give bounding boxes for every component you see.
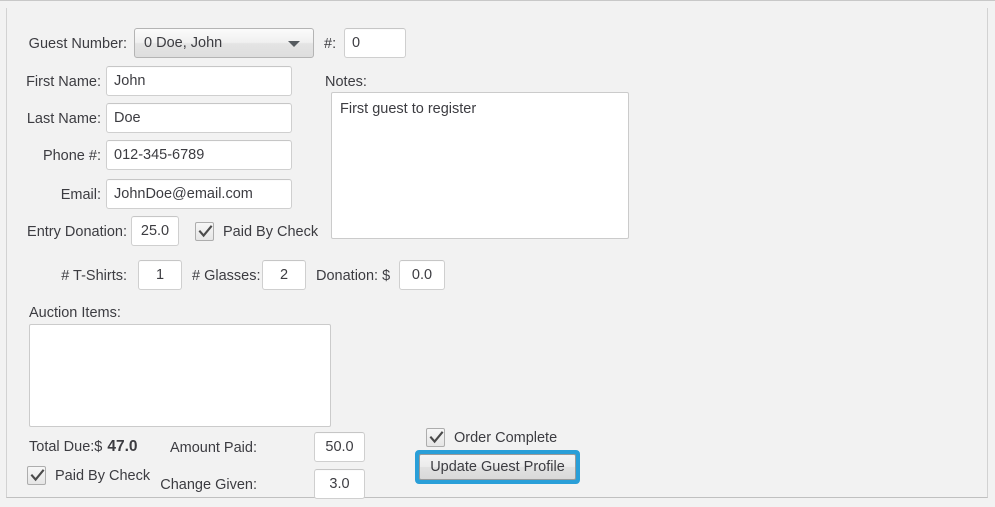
- entry-paid-by-check-checkbox[interactable]: Paid By Check: [195, 222, 318, 241]
- first-name-input[interactable]: John: [106, 66, 292, 96]
- checkbox-box: [27, 466, 46, 485]
- notes-label: Notes:: [325, 74, 367, 90]
- phone-label: Phone #:: [42, 148, 101, 164]
- glasses-input[interactable]: 2: [262, 260, 306, 290]
- total-due-amount: 47.0: [107, 438, 138, 455]
- entry-paid-by-check-label: Paid By Check: [223, 223, 319, 240]
- email-input[interactable]: JohnDoe@email.com: [106, 179, 292, 209]
- change-given-input[interactable]: 3.0: [314, 469, 365, 499]
- auction-items-label: Auction Items:: [29, 305, 121, 321]
- total-paid-by-check-checkbox[interactable]: Paid By Check: [27, 466, 150, 485]
- tshirts-input[interactable]: 1: [138, 260, 182, 290]
- guest-index-input[interactable]: 0: [344, 28, 406, 58]
- guest-number-selected-value: 0 Doe, John: [144, 35, 223, 51]
- auction-items-list[interactable]: [29, 324, 331, 427]
- total-paid-by-check-label: Paid By Check: [55, 467, 151, 484]
- entry-donation-label: Entry Donation:: [27, 224, 127, 240]
- last-name-label: Last Name:: [26, 111, 101, 127]
- order-complete-checkbox[interactable]: Order Complete: [426, 428, 557, 447]
- notes-value: First guest to register: [340, 101, 477, 117]
- change-given-label: Change Given:: [160, 477, 257, 493]
- guest-number-label: Guest Number:: [28, 36, 127, 52]
- guest-index-value: 0: [352, 35, 361, 51]
- chevron-down-icon: [288, 41, 300, 47]
- first-name-value: John: [114, 73, 146, 89]
- total-due-row: Total Due:$ 47.0: [29, 438, 138, 456]
- notes-textarea[interactable]: First guest to register: [331, 92, 629, 239]
- guest-profile-form-panel: Guest Number: 0 Doe, John #: 0 First Nam…: [6, 8, 988, 499]
- phone-value: 012-345-6789: [114, 147, 205, 163]
- amount-paid-value: 50.0: [325, 439, 354, 455]
- change-given-value: 3.0: [329, 476, 350, 492]
- guest-index-label: #:: [324, 36, 337, 52]
- last-name-input[interactable]: Doe: [106, 103, 292, 133]
- amount-paid-label: Amount Paid:: [169, 440, 257, 456]
- order-complete-label: Order Complete: [454, 429, 558, 446]
- first-name-label: First Name:: [26, 74, 101, 90]
- glasses-value: 2: [279, 267, 289, 283]
- checkmark-icon: [198, 225, 213, 238]
- amount-paid-input[interactable]: 50.0: [314, 432, 365, 462]
- glasses-label: # Glasses:: [192, 268, 261, 284]
- donation-label: Donation: $: [316, 268, 391, 284]
- tshirts-label: # T-Shirts:: [61, 268, 127, 284]
- entry-donation-input[interactable]: 25.0: [131, 216, 179, 246]
- checkmark-icon: [429, 431, 444, 444]
- checkbox-box: [195, 222, 214, 241]
- tshirts-value: 1: [155, 267, 165, 283]
- application-window: Guest Number: 0 Doe, John #: 0 First Nam…: [0, 0, 995, 507]
- entry-donation-value: 25.0: [140, 223, 170, 239]
- checkmark-icon: [30, 469, 45, 482]
- email-value: JohnDoe@email.com: [114, 186, 253, 202]
- email-label: Email:: [60, 187, 101, 203]
- last-name-value: Doe: [114, 110, 141, 126]
- phone-input[interactable]: 012-345-6789: [106, 140, 292, 170]
- total-due-label: Total Due:$: [29, 439, 103, 455]
- update-guest-profile-button[interactable]: Update Guest Profile: [415, 450, 580, 484]
- checkbox-box: [426, 428, 445, 447]
- guest-number-select[interactable]: 0 Doe, John: [134, 28, 314, 58]
- donation-value: 0.0: [411, 267, 433, 283]
- update-guest-profile-button-label: Update Guest Profile: [419, 454, 576, 480]
- donation-input[interactable]: 0.0: [399, 260, 445, 290]
